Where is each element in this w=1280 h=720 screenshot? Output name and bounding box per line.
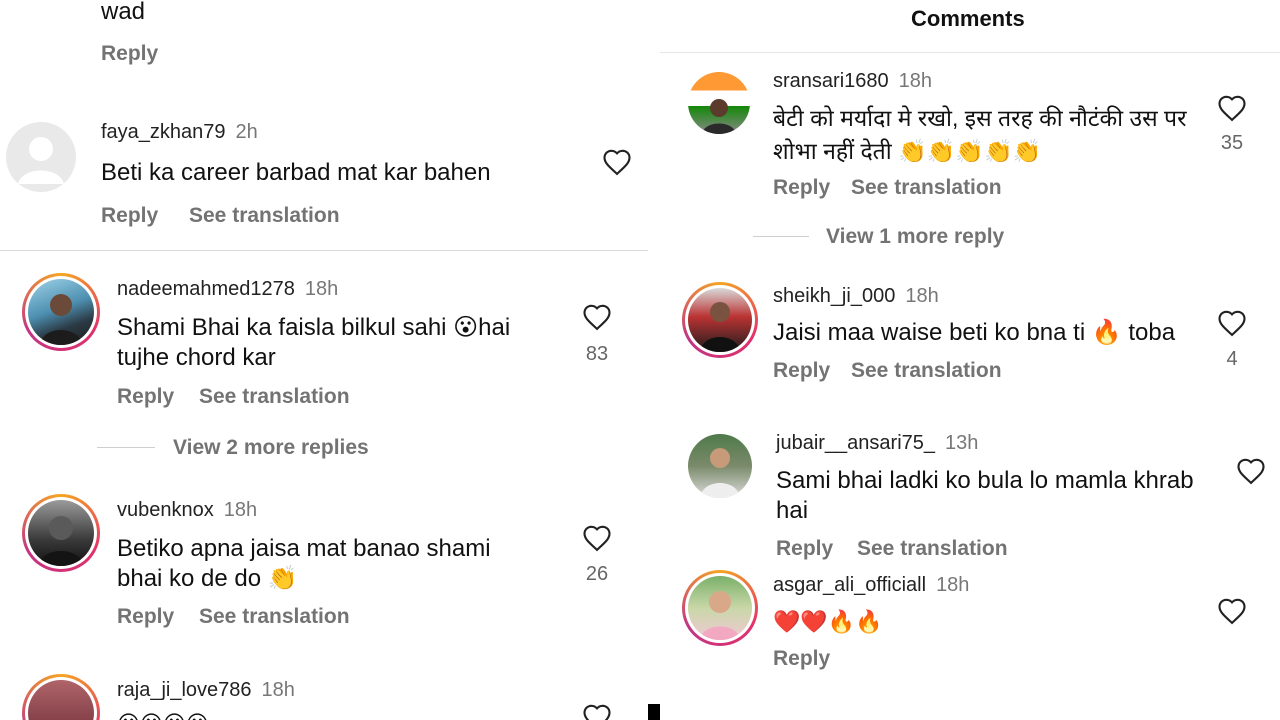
comment-text: ❤️❤️🔥🔥 bbox=[773, 610, 883, 635]
reply-button[interactable]: Reply bbox=[117, 605, 174, 629]
heart-icon[interactable] bbox=[1217, 309, 1247, 337]
reply-button[interactable]: Reply bbox=[117, 385, 174, 409]
reply-button[interactable]: Reply bbox=[773, 176, 830, 200]
comment-text: Betiko apna jaisa mat banao shami bhai k… bbox=[117, 535, 491, 592]
reply-button[interactable]: Reply bbox=[773, 359, 830, 383]
comment-header: raja_ji_love786 18h bbox=[117, 679, 295, 702]
comment-header: faya_zkhan79 2h bbox=[101, 121, 258, 144]
like-count: 35 bbox=[1220, 132, 1244, 154]
view-more-replies-button[interactable]: View 1 more reply bbox=[826, 225, 1004, 249]
reply-button[interactable]: Reply bbox=[101, 204, 158, 228]
view-more-replies-button[interactable]: View 2 more replies bbox=[173, 436, 369, 460]
left-comments-panel: wad Reply faya_zkhan79 2h Beti ka career … bbox=[0, 0, 648, 720]
timestamp: 18h bbox=[898, 70, 932, 92]
comment-text: Shami Bhai ka faisla bilkul sahi 😮hai tu… bbox=[117, 314, 511, 371]
username[interactable]: jubair__ansari75_ bbox=[776, 432, 935, 454]
avatar[interactable] bbox=[688, 434, 752, 498]
header-divider bbox=[660, 52, 1280, 53]
username[interactable]: asgar_ali_officiall bbox=[773, 574, 926, 596]
comment-text: Sami bhai ladki ko bula lo mamla khrab h… bbox=[776, 467, 1194, 524]
like-count: 83 bbox=[585, 343, 609, 365]
avatar[interactable] bbox=[22, 674, 100, 720]
comment-header: vubenknox 18h bbox=[117, 499, 257, 522]
reply-button[interactable]: Reply bbox=[776, 537, 833, 561]
heart-icon[interactable] bbox=[602, 148, 632, 176]
username[interactable]: faya_zkhan79 bbox=[101, 121, 226, 143]
heart-icon[interactable] bbox=[582, 703, 612, 720]
comment-text: Beti ka career barbad mat kar bahen bbox=[101, 159, 491, 186]
timestamp: 18h bbox=[223, 499, 258, 521]
see-translation-button[interactable]: See translation bbox=[857, 537, 1008, 561]
timestamp: 13h bbox=[945, 432, 979, 454]
timestamp: 18h bbox=[261, 679, 295, 701]
avatar[interactable] bbox=[688, 72, 750, 134]
heart-icon[interactable] bbox=[582, 524, 612, 552]
right-comments-panel: Comments sransari1680 18h बेटी को मर्यादा… bbox=[660, 0, 1280, 720]
comment-header: asgar_ali_officiall 18h bbox=[773, 574, 969, 597]
reply-button[interactable]: Reply bbox=[101, 42, 158, 66]
heart-icon[interactable] bbox=[582, 303, 612, 331]
comment-text: 😀😀😀😀 bbox=[117, 710, 209, 720]
comment-text: Jaisi maa waise beti ko bna ti 🔥 toba bbox=[773, 319, 1176, 346]
default-avatar-icon[interactable] bbox=[6, 122, 76, 192]
view-replies-line bbox=[97, 447, 155, 448]
avatar[interactable] bbox=[22, 273, 100, 351]
page-title: Comments bbox=[911, 6, 1025, 31]
heart-icon[interactable] bbox=[1217, 94, 1247, 122]
username[interactable]: vubenknox bbox=[117, 499, 214, 521]
comment-header: sheikh_ji_000 18h bbox=[773, 285, 939, 308]
heart-icon[interactable] bbox=[1217, 597, 1247, 625]
view-replies-line bbox=[753, 236, 809, 237]
see-translation-button[interactable]: See translation bbox=[199, 385, 350, 409]
reply-button[interactable]: Reply bbox=[773, 647, 830, 671]
username[interactable]: nadeemahmed1278 bbox=[117, 278, 295, 300]
username[interactable]: raja_ji_love786 bbox=[117, 679, 252, 701]
avatar[interactable] bbox=[22, 494, 100, 572]
like-count: 26 bbox=[585, 563, 609, 585]
see-translation-button[interactable]: See translation bbox=[851, 176, 1002, 200]
timestamp: 18h bbox=[905, 285, 939, 307]
separator-mark bbox=[648, 704, 660, 720]
see-translation-button[interactable]: See translation bbox=[199, 605, 350, 629]
username[interactable]: sheikh_ji_000 bbox=[773, 285, 895, 307]
comment-header: nadeemahmed1278 18h bbox=[117, 278, 338, 301]
avatar[interactable] bbox=[682, 570, 758, 646]
username[interactable]: sransari1680 bbox=[773, 70, 889, 92]
see-translation-button[interactable]: See translation bbox=[189, 204, 340, 228]
comment-text: बेटी को मर्यादा मे रखो, इस तरह की नौटंकी… bbox=[773, 105, 1187, 164]
timestamp: 18h bbox=[304, 278, 339, 300]
timestamp: 2h bbox=[235, 121, 258, 143]
avatar[interactable] bbox=[682, 282, 758, 358]
heart-icon[interactable] bbox=[1236, 457, 1266, 485]
panel-separator bbox=[648, 0, 660, 720]
see-translation-button[interactable]: See translation bbox=[851, 359, 1002, 383]
timestamp: 18h bbox=[936, 574, 970, 596]
section-divider bbox=[0, 250, 648, 251]
comment-text-partial: wad bbox=[101, 0, 146, 25]
comment-header: sransari1680 18h bbox=[773, 70, 932, 93]
comment-header: jubair__ansari75_ 13h bbox=[776, 432, 978, 455]
like-count: 4 bbox=[1226, 348, 1238, 370]
